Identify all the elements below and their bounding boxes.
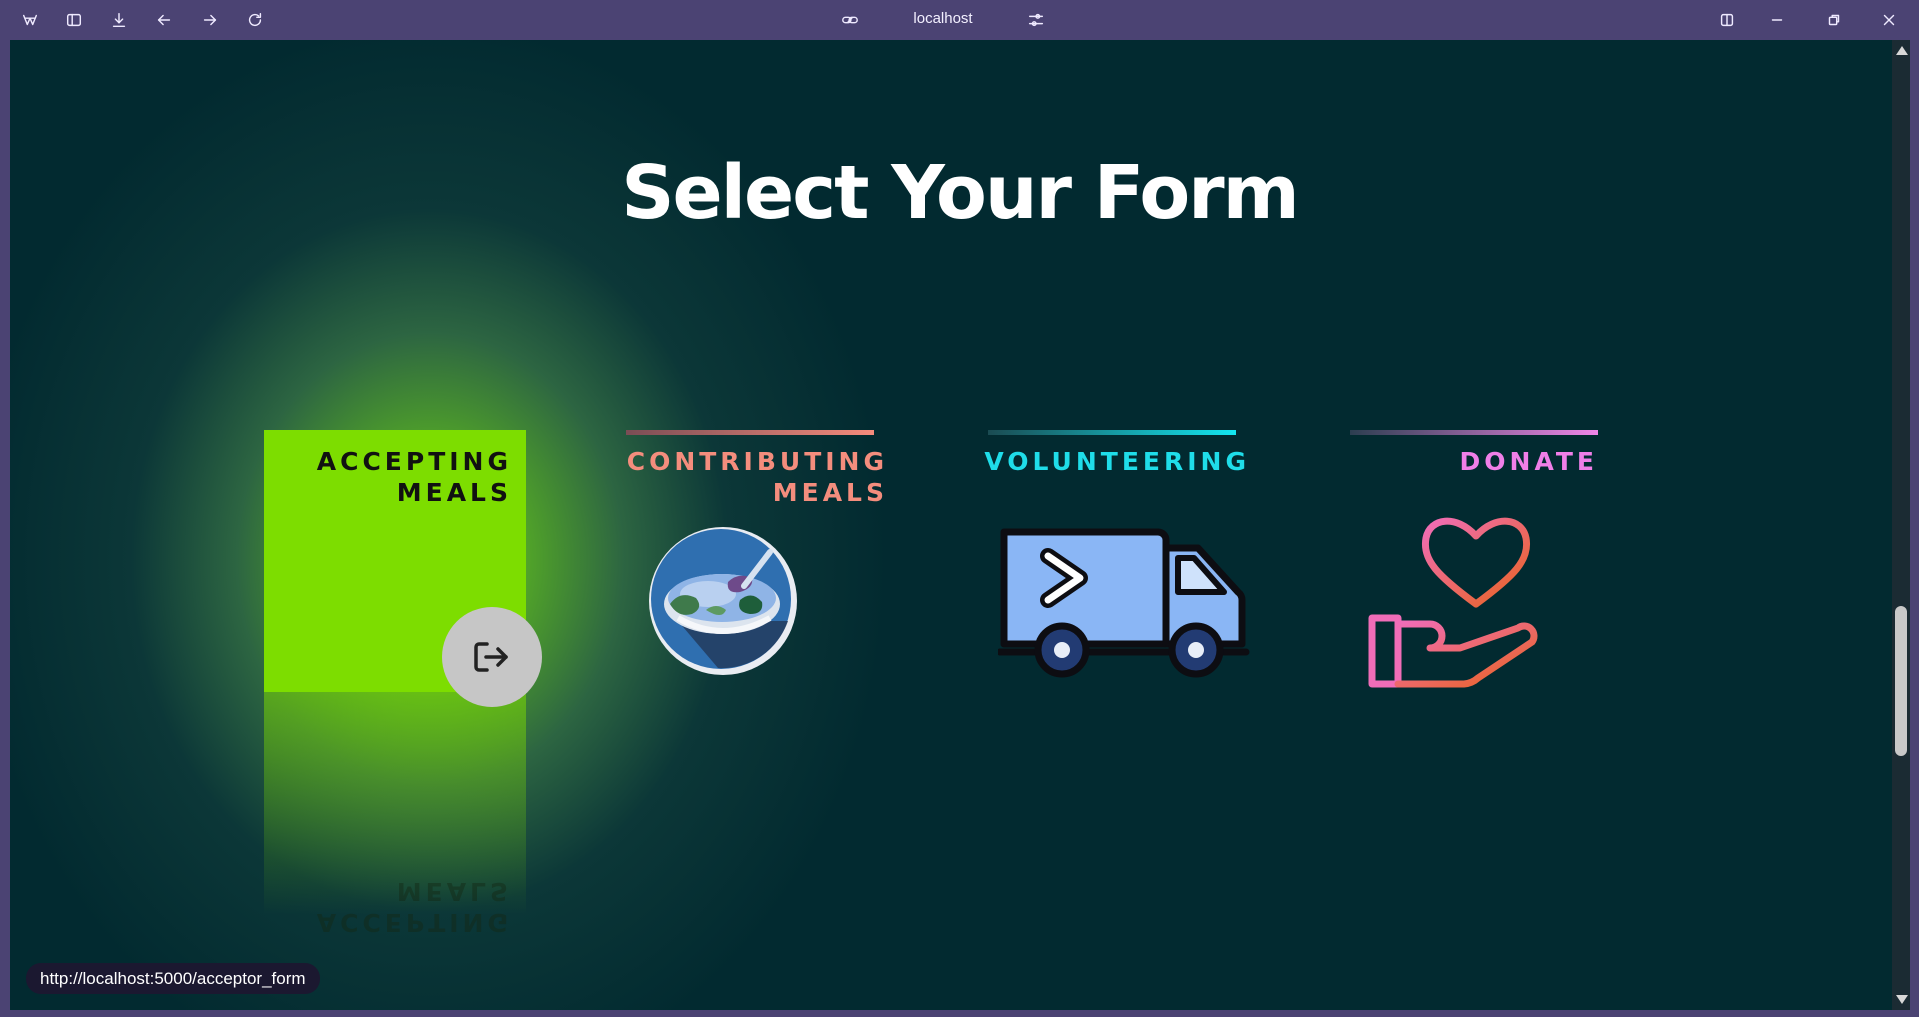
browser-logo-icon[interactable]: [16, 6, 44, 34]
heart-hand-icon: [1368, 517, 1538, 688]
back-icon[interactable]: [150, 6, 178, 34]
site-settings-icon[interactable]: [1022, 6, 1050, 34]
download-icon[interactable]: [105, 6, 133, 34]
restore-icon[interactable]: [1820, 6, 1848, 34]
card-reflection-label: ACCEPTING MEALS: [316, 877, 512, 937]
sidebar-toggle-icon[interactable]: [60, 6, 88, 34]
page-scrollbar[interactable]: [1892, 40, 1910, 1010]
card-label: CONTRIBUTING MEALS: [626, 447, 888, 507]
scroll-thumb[interactable]: [1895, 606, 1907, 756]
card-accent-bar: [1350, 430, 1598, 435]
enter-icon: [474, 642, 508, 672]
card-accent-bar: [626, 430, 874, 435]
status-url-preview: http://localhost:5000/acceptor_form: [26, 963, 320, 994]
close-icon[interactable]: [1875, 6, 1903, 34]
card-contributing-meals[interactable]: CONTRIBUTING MEALS: [626, 430, 888, 692]
reload-icon[interactable]: [241, 6, 269, 34]
scroll-up-icon[interactable]: [1896, 46, 1908, 55]
card-volunteering[interactable]: VOLUNTEERING: [984, 430, 1250, 692]
minimize-icon[interactable]: [1763, 6, 1791, 34]
address-bar[interactable]: localhost: [900, 10, 986, 27]
card-label: ACCEPTING MEALS: [316, 447, 512, 507]
browser-toolbar: localhost: [0, 0, 1919, 40]
card-label: VOLUNTEERING: [984, 447, 1250, 476]
enter-button[interactable]: [442, 607, 542, 707]
meal-bowl-icon: [649, 527, 797, 675]
delivery-van-icon: [998, 528, 1250, 678]
card-donate[interactable]: DONATE: [1350, 430, 1612, 692]
card-reflection: ACCEPTING MEALS: [264, 692, 526, 954]
page-title: Select Your Form: [621, 150, 1300, 236]
scroll-down-icon[interactable]: [1896, 995, 1908, 1004]
link-icon[interactable]: [836, 6, 864, 34]
card-label: DONATE: [1459, 447, 1598, 476]
card-accent-bar: [988, 430, 1236, 435]
split-view-icon[interactable]: [1713, 6, 1741, 34]
forward-icon[interactable]: [196, 6, 224, 34]
